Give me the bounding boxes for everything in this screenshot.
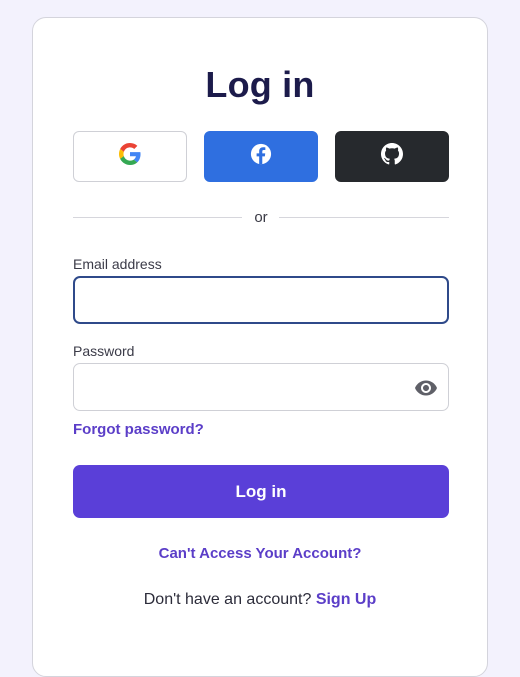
page-title: Log in <box>205 64 315 105</box>
google-login-button[interactable] <box>73 131 187 182</box>
social-login-row <box>73 131 449 183</box>
cant-access-link[interactable]: Can't Access Your Account? <box>33 545 487 562</box>
email-field[interactable] <box>75 278 447 322</box>
facebook-login-button[interactable] <box>204 131 318 182</box>
signup-link[interactable]: Sign Up <box>316 591 376 608</box>
google-icon <box>119 143 141 170</box>
or-divider: or <box>73 208 449 228</box>
login-card: Log in or Email address Password Forgot … <box>32 17 488 677</box>
divider-line-right <box>279 217 449 218</box>
github-icon <box>381 143 403 170</box>
github-login-button[interactable] <box>335 131 449 182</box>
password-field-wrapper <box>73 363 449 411</box>
email-field-wrapper <box>73 276 449 324</box>
password-label: Password <box>73 343 135 359</box>
signup-row: Don't have an account? Sign Up <box>33 591 487 609</box>
password-field[interactable] <box>74 364 448 410</box>
login-button[interactable]: Log in <box>73 465 449 518</box>
forgot-password-link[interactable]: Forgot password? <box>73 421 204 438</box>
eye-icon[interactable] <box>412 374 440 402</box>
facebook-icon <box>250 143 272 170</box>
no-account-text: Don't have an account? <box>143 591 312 608</box>
email-label: Email address <box>73 256 162 272</box>
